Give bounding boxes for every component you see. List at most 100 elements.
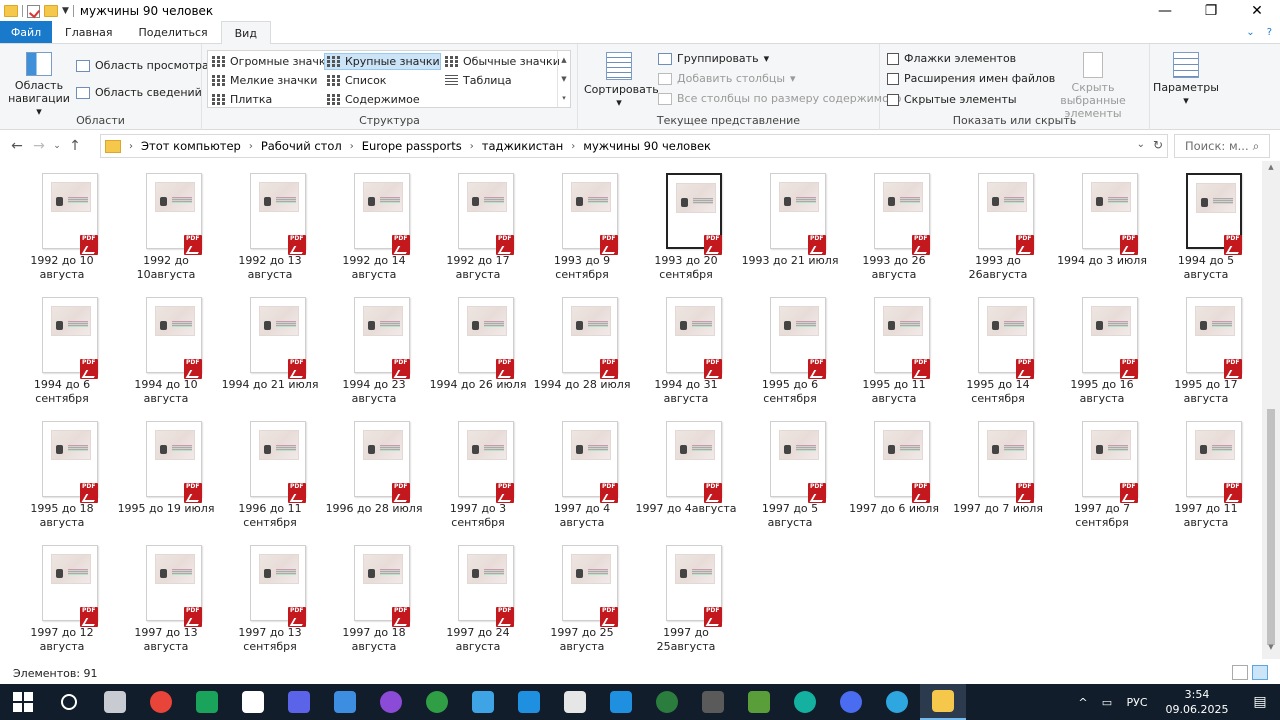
telegram-icon[interactable] — [874, 684, 920, 720]
pencil-icon[interactable] — [322, 684, 368, 720]
search-icon[interactable] — [46, 684, 92, 720]
file-item[interactable]: PDF 1997 до 4августа — [634, 409, 738, 531]
add-columns-button[interactable]: Добавить столбцы ▾ — [658, 72, 796, 85]
address-dropdown-icon[interactable]: ⌄ — [1137, 139, 1145, 150]
explorer-icon[interactable] — [920, 684, 966, 720]
language-indicator[interactable]: РУС — [1120, 696, 1154, 709]
file-item[interactable]: PDF 1996 до 28 июля — [322, 409, 426, 531]
navigation-pane-button[interactable]: Область навигации ▾ — [6, 52, 72, 118]
tab-view[interactable]: Вид — [220, 21, 271, 44]
chrome-icon[interactable] — [138, 684, 184, 720]
hidden-items-toggle[interactable]: Скрытые элементы — [887, 93, 1017, 106]
sort-by-button[interactable]: Сортировать ▾ — [584, 52, 659, 109]
details-view-icon[interactable] — [1232, 665, 1248, 680]
file-item[interactable]: PDF 1995 до 14 сентября — [946, 285, 1050, 407]
chevron-right-icon[interactable]: › — [350, 141, 354, 152]
layout-large-icons[interactable]: Крупные значки — [324, 53, 441, 70]
file-item[interactable]: PDF 1994 до 21 июля — [218, 285, 322, 407]
help-icon[interactable]: ? — [1267, 27, 1272, 38]
file-item[interactable]: PDF 1997 до 25 августа — [530, 533, 634, 655]
preview-pane-button[interactable]: Область просмотра — [76, 59, 209, 72]
settings-icon[interactable] — [230, 684, 276, 720]
file-item[interactable]: PDF 1994 до 6 сентября — [10, 285, 114, 407]
file-item[interactable]: PDF 1997 до 13 сентября — [218, 533, 322, 655]
clock[interactable]: 3:54 09.06.2025 — [1154, 687, 1240, 717]
sync-icon[interactable] — [506, 684, 552, 720]
file-item[interactable]: PDF 1993 до 20 сентября — [634, 161, 738, 283]
notifications-icon[interactable]: ▤ — [1240, 694, 1280, 710]
file-item[interactable]: PDF 1994 до 23 августа — [322, 285, 426, 407]
customize-arrow-icon[interactable]: ▼ — [62, 6, 69, 16]
shield-icon[interactable] — [598, 684, 644, 720]
scroll-down-icon[interactable]: ▼ — [1262, 643, 1280, 657]
file-item[interactable]: PDF 1997 до 12 августа — [10, 533, 114, 655]
file-item[interactable]: PDF 1995 до 6 сентября — [738, 285, 842, 407]
minimize-button[interactable]: — — [1142, 0, 1188, 22]
hide-selected-button[interactable]: Скрыть выбранные элементы — [1040, 52, 1146, 120]
layout-details[interactable]: Таблица — [443, 72, 555, 89]
flag-icon[interactable] — [184, 684, 230, 720]
start-icon[interactable] — [0, 684, 46, 720]
layout-medium-icons[interactable]: Обычные значки — [443, 53, 560, 70]
file-item[interactable]: PDF 1992 до 10 августа — [10, 161, 114, 283]
options-button[interactable]: Параметры ▾ — [1152, 52, 1220, 107]
file-item[interactable]: PDF 1994 до 3 июля — [1050, 161, 1154, 283]
layout-content[interactable]: Содержимое — [324, 91, 441, 108]
file-item[interactable]: PDF 1994 до 10 августа — [114, 285, 218, 407]
tab-share[interactable]: Поделиться — [126, 21, 221, 43]
network-icon[interactable]: ▭ — [1094, 696, 1120, 709]
large-icons-view-icon[interactable] — [1252, 665, 1268, 680]
breadcrumb-item[interactable]: Рабочий стол — [261, 139, 342, 153]
scroll-thumb[interactable] — [1267, 409, 1275, 645]
group-by-button[interactable]: Группировать ▾ — [658, 52, 769, 65]
file-item[interactable]: PDF 1997 до 7 июля — [946, 409, 1050, 531]
computer-icon[interactable] — [92, 684, 138, 720]
chevron-right-icon[interactable]: › — [470, 141, 474, 152]
spiral-icon[interactable] — [644, 684, 690, 720]
file-item[interactable]: PDF 1995 до 11 августа — [842, 285, 946, 407]
tab-home[interactable]: Главная — [52, 21, 126, 43]
fit-columns-button[interactable]: Все столбцы по размеру содержимого — [658, 92, 901, 105]
file-item[interactable]: PDF 1997 до 25августа — [634, 533, 738, 655]
layout-tiles[interactable]: Плитка — [210, 91, 324, 108]
file-item[interactable]: PDF 1997 до 11 августа — [1154, 409, 1258, 531]
file-item[interactable]: PDF 1995 до 17 августа — [1154, 285, 1258, 407]
vertical-scrollbar[interactable]: ▲ ▼ — [1262, 161, 1280, 659]
up-icon[interactable]: ↑ — [64, 138, 86, 154]
file-item[interactable]: PDF 1997 до 4 августа — [530, 409, 634, 531]
photos-icon[interactable] — [460, 684, 506, 720]
file-item[interactable]: PDF 1997 до 5 августа — [738, 409, 842, 531]
restore-button[interactable]: ❐ — [1188, 0, 1234, 22]
file-item[interactable]: PDF 1993 до 26августа — [946, 161, 1050, 283]
layout-gallery-scroll[interactable]: ▲ ▼ ▾ — [557, 51, 570, 107]
file-item[interactable]: PDF 1994 до 26 июля — [426, 285, 530, 407]
file-item[interactable]: PDF 1993 до 26 августа — [842, 161, 946, 283]
file-item[interactable]: PDF 1993 до 21 июля — [738, 161, 842, 283]
orb-icon[interactable] — [368, 684, 414, 720]
new-folder-icon[interactable] — [44, 5, 58, 17]
checkbox[interactable] — [887, 93, 899, 106]
file-item[interactable]: PDF 1997 до 7 сентября — [1050, 409, 1154, 531]
tab-file[interactable]: Файл — [0, 21, 52, 43]
expand-ribbon-icon[interactable]: ⌄ — [1246, 27, 1254, 38]
file-item[interactable]: PDF 1995 до 18 августа — [10, 409, 114, 531]
dotted-box-icon[interactable] — [552, 684, 598, 720]
bubble-icon[interactable] — [828, 684, 874, 720]
back-icon[interactable]: ← — [6, 138, 28, 154]
file-item[interactable]: PDF 1992 до 17 августа — [426, 161, 530, 283]
file-extensions-toggle[interactable]: Расширения имен файлов — [887, 72, 1055, 85]
scroll-up-icon[interactable]: ▲ — [1262, 163, 1280, 177]
layout-extra-large-icons[interactable]: Огромные значки — [210, 53, 333, 70]
details-pane-button[interactable]: Область сведений — [76, 86, 202, 99]
breadcrumb-item[interactable]: таджикистан — [482, 139, 564, 153]
file-item[interactable]: PDF 1994 до 28 июля — [530, 285, 634, 407]
properties-icon[interactable] — [27, 4, 40, 18]
breadcrumb-item[interactable]: Этот компьютер — [141, 139, 241, 153]
close-button[interactable]: ✕ — [1234, 0, 1280, 22]
file-item[interactable]: PDF 1992 до 10августа — [114, 161, 218, 283]
file-item[interactable]: PDF 1997 до 18 августа — [322, 533, 426, 655]
chevron-right-icon[interactable]: › — [249, 141, 253, 152]
chevron-right-icon[interactable]: › — [571, 141, 575, 152]
checkbox[interactable] — [887, 52, 899, 65]
file-item[interactable]: PDF 1994 до 31 августа — [634, 285, 738, 407]
